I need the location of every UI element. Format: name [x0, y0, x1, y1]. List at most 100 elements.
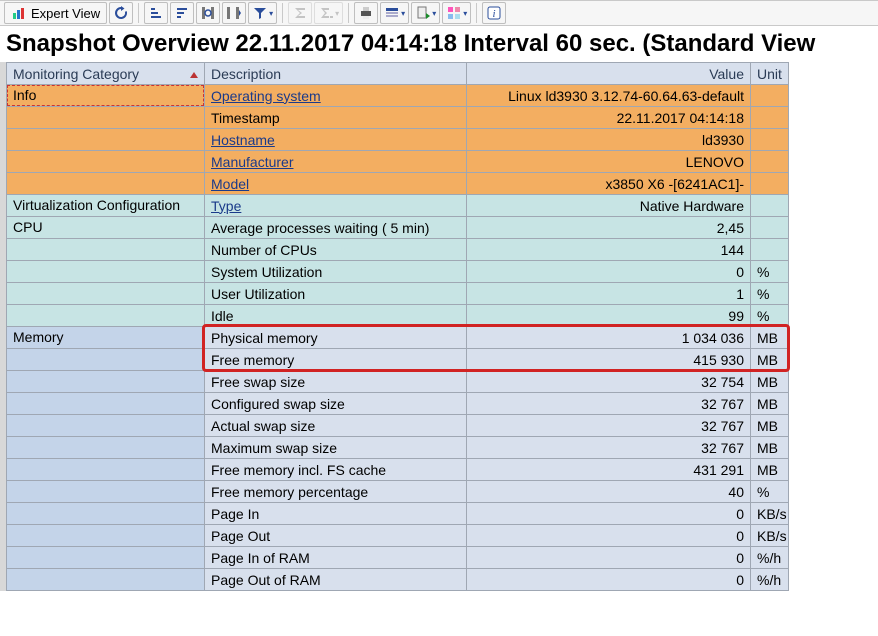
- cell-category[interactable]: [7, 437, 205, 459]
- table-row[interactable]: Free memory415 930MB: [7, 349, 878, 371]
- cell-description[interactable]: Physical memory: [205, 327, 467, 349]
- cell-category[interactable]: [7, 415, 205, 437]
- cell-description[interactable]: Page In: [205, 503, 467, 525]
- table-row[interactable]: Hostnameld3930: [7, 129, 878, 151]
- find-next-button[interactable]: [222, 2, 246, 24]
- cell-unit[interactable]: KB/s: [751, 503, 789, 525]
- cell-description[interactable]: Hostname: [205, 129, 467, 151]
- cell-value[interactable]: 0: [467, 503, 751, 525]
- cell-category[interactable]: [7, 129, 205, 151]
- table-row[interactable]: Free swap size32 754MB: [7, 371, 878, 393]
- col-header-description[interactable]: Description: [205, 63, 467, 85]
- cell-category[interactable]: [7, 349, 205, 371]
- cell-value[interactable]: 415 930: [467, 349, 751, 371]
- cell-unit[interactable]: %: [751, 261, 789, 283]
- cell-description[interactable]: Free memory incl. FS cache: [205, 459, 467, 481]
- print-button[interactable]: [354, 2, 378, 24]
- table-row[interactable]: Free memory incl. FS cache431 291MB: [7, 459, 878, 481]
- cell-value[interactable]: 1 034 036: [467, 327, 751, 349]
- table-row[interactable]: Page Out of RAM0%/h: [7, 569, 878, 591]
- table-row[interactable]: Virtualization Configuration Type Native H…: [7, 195, 878, 217]
- cell-value[interactable]: 40: [467, 481, 751, 503]
- total-button[interactable]: [288, 2, 312, 24]
- cell-category[interactable]: [7, 151, 205, 173]
- col-header-value[interactable]: Value: [467, 63, 751, 85]
- cell-unit[interactable]: MB: [751, 437, 789, 459]
- cell-category[interactable]: [7, 305, 205, 327]
- expert-view-button[interactable]: Expert View: [4, 2, 107, 24]
- description-label[interactable]: Manufacturer: [211, 154, 293, 170]
- cell-value[interactable]: 431 291: [467, 459, 751, 481]
- cell-description[interactable]: Page In of RAM: [205, 547, 467, 569]
- cell-unit[interactable]: [751, 217, 789, 239]
- cell-unit[interactable]: [751, 85, 789, 107]
- cell-value[interactable]: x3850 X6 -[6241AC1]-: [467, 173, 751, 195]
- subtotal-button[interactable]: ▾: [314, 2, 343, 24]
- cell-unit[interactable]: %/h: [751, 547, 789, 569]
- layout-button[interactable]: ▾: [442, 2, 471, 24]
- table-row[interactable]: Page In0KB/s: [7, 503, 878, 525]
- table-row[interactable]: Idle99%: [7, 305, 878, 327]
- cell-value[interactable]: 32 767: [467, 393, 751, 415]
- description-label[interactable]: Type: [211, 198, 241, 214]
- table-row[interactable]: Page Out0KB/s: [7, 525, 878, 547]
- cell-category[interactable]: [7, 107, 205, 129]
- cell-value[interactable]: 22.11.2017 04:14:18: [467, 107, 751, 129]
- table-row[interactable]: System Utilization0%: [7, 261, 878, 283]
- cell-description[interactable]: Configured swap size: [205, 393, 467, 415]
- table-row[interactable]: Modelx3850 X6 -[6241AC1]-: [7, 173, 878, 195]
- cell-value[interactable]: 0: [467, 569, 751, 591]
- table-row[interactable]: Configured swap size32 767MB: [7, 393, 878, 415]
- cell-value[interactable]: 32 754: [467, 371, 751, 393]
- table-row[interactable]: CPUAverage processes waiting ( 5 min)2,4…: [7, 217, 878, 239]
- cell-description[interactable]: Type: [205, 195, 467, 217]
- cell-description[interactable]: User Utilization: [205, 283, 467, 305]
- cell-description[interactable]: Average processes waiting ( 5 min): [205, 217, 467, 239]
- cell-unit[interactable]: %: [751, 283, 789, 305]
- cell-value[interactable]: 32 767: [467, 437, 751, 459]
- cell-category[interactable]: [7, 173, 205, 195]
- cell-unit[interactable]: [751, 129, 789, 151]
- cell-description[interactable]: Timestamp: [205, 107, 467, 129]
- cell-value[interactable]: LENOVO: [467, 151, 751, 173]
- cell-description[interactable]: System Utilization: [205, 261, 467, 283]
- cell-category[interactable]: [7, 569, 205, 591]
- cell-unit[interactable]: [751, 195, 789, 217]
- table-row[interactable]: User Utilization1%: [7, 283, 878, 305]
- sort-asc-button[interactable]: [144, 2, 168, 24]
- cell-category[interactable]: [7, 283, 205, 305]
- col-header-category[interactable]: Monitoring Category: [7, 63, 205, 85]
- sort-desc-button[interactable]: [170, 2, 194, 24]
- cell-unit[interactable]: %: [751, 305, 789, 327]
- table-row[interactable]: Maximum swap size32 767MB: [7, 437, 878, 459]
- cell-unit[interactable]: [751, 107, 789, 129]
- cell-category[interactable]: Virtualization Configuration: [7, 195, 205, 217]
- cell-description[interactable]: Free memory percentage: [205, 481, 467, 503]
- cell-description[interactable]: Manufacturer: [205, 151, 467, 173]
- cell-value[interactable]: 0: [467, 547, 751, 569]
- cell-value[interactable]: 144: [467, 239, 751, 261]
- cell-unit[interactable]: [751, 173, 789, 195]
- cell-category[interactable]: [7, 525, 205, 547]
- cell-category[interactable]: Memory: [7, 327, 205, 349]
- cell-description[interactable]: Model: [205, 173, 467, 195]
- table-row[interactable]: InfoOperating systemLinux ld3930 3.12.74…: [7, 85, 878, 107]
- table-row[interactable]: Manufacturer LENOVO: [7, 151, 878, 173]
- table-row[interactable]: Page In of RAM0%/h: [7, 547, 878, 569]
- cell-value[interactable]: 32 767: [467, 415, 751, 437]
- cell-description[interactable]: Number of CPUs: [205, 239, 467, 261]
- cell-category[interactable]: [7, 503, 205, 525]
- description-label[interactable]: Hostname: [211, 132, 275, 148]
- cell-description[interactable]: Actual swap size: [205, 415, 467, 437]
- cell-unit[interactable]: MB: [751, 349, 789, 371]
- table-row[interactable]: Actual swap size32 767MB: [7, 415, 878, 437]
- cell-category[interactable]: [7, 481, 205, 503]
- cell-unit[interactable]: [751, 151, 789, 173]
- cell-description[interactable]: Idle: [205, 305, 467, 327]
- cell-unit[interactable]: MB: [751, 327, 789, 349]
- cell-value[interactable]: 1: [467, 283, 751, 305]
- cell-category[interactable]: [7, 547, 205, 569]
- cell-description[interactable]: Maximum swap size: [205, 437, 467, 459]
- cell-description[interactable]: Operating system: [205, 85, 467, 107]
- cell-value[interactable]: Native Hardware: [467, 195, 751, 217]
